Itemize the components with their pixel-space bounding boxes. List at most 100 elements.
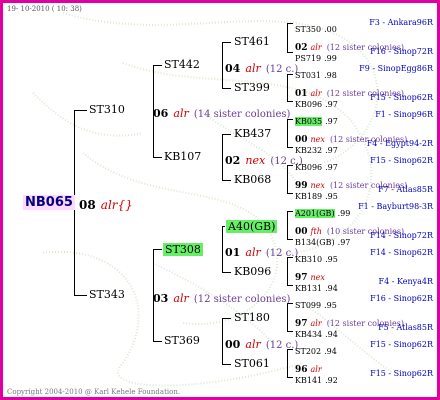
g4-ancestor-year: .97: [325, 117, 338, 126]
g4-ancestor-origin: F15 - Sinop62R: [370, 93, 433, 102]
g3-node-name: KB068: [234, 173, 272, 186]
g3-node-name: ST399: [234, 81, 270, 94]
g4-ancestor-origin: F9 - SinopEgg86R: [359, 64, 433, 73]
g4-ancestor-year: .99: [337, 209, 351, 218]
g4-ancestor-year: .94: [325, 330, 338, 339]
g4-ancestor-year: .97: [337, 238, 351, 247]
g2-node-year: 00: [225, 338, 241, 351]
root-colony-name: NB065: [23, 195, 75, 210]
g3-node-name: ST180: [234, 311, 270, 324]
g4-ancestor-name: KB035: [295, 117, 323, 126]
g4-ancestor-year: .97: [325, 163, 338, 172]
g4-ancestor-name: A201(GB): [295, 209, 335, 218]
g1-parent-year-line: 06 alr (14 sister colonies): [153, 104, 290, 120]
g3-node-name: A40(GB): [226, 220, 278, 233]
g4-ancestor-year: .94: [324, 347, 337, 356]
g4-ancestor-year: .00: [324, 25, 337, 34]
g4-ancestor-origin: F7 - Atlas85R: [378, 185, 433, 194]
g4-ancestor-year: .95: [325, 255, 338, 264]
g4-ancestor-name: KB096: [295, 100, 323, 109]
g4-ancestor-entry: KB035.97: [295, 111, 338, 127]
g4-ancestor-entry: KB141.92: [295, 370, 338, 386]
g3-node-name: KB437: [234, 127, 272, 140]
g1-parent-name: ST310: [89, 103, 125, 116]
g4-ancestor-name: KB131: [295, 284, 323, 293]
root-colony-type: alr{}: [100, 198, 133, 212]
g4-ancestor-origin: F14 - Sinop72R: [370, 231, 433, 240]
g4-ancestor-name: ST031: [295, 71, 322, 80]
g4-ancestor-name: KB096: [295, 163, 323, 172]
g2-node-siblings: (12 c.): [265, 340, 299, 351]
g2-node-siblings: (12 c.): [265, 248, 299, 259]
g1-parent-name: ST343: [89, 288, 125, 301]
g4-ancestor-year: .99: [324, 54, 337, 63]
g4-ancestor-entry: KB096.97: [295, 157, 338, 173]
g1-parent-colony: alr: [173, 292, 189, 305]
g1-parent-year: 06: [153, 107, 169, 120]
date-stamp: 19- 10-2010 ( 10: 38): [7, 5, 82, 13]
g2-node-year-line: 00 alr (12 c.): [225, 335, 298, 351]
g3-node-name: KB096: [234, 265, 272, 278]
g4-ancestor-origin: F14 - Sinop62R: [370, 248, 433, 257]
g3-node-name: ST061: [234, 357, 270, 370]
g1-parent-colony: alr: [173, 107, 189, 120]
g1-parent-siblings: (12 sister colonies): [193, 294, 291, 305]
g4-ancestor-origin: F15 - Sinop62R: [370, 369, 433, 378]
g4-ancestor-year: .94: [325, 284, 338, 293]
g2-node-year-line: 02 nex (12 c.): [225, 151, 303, 167]
g2-node-name: ST369: [164, 334, 200, 347]
g4-ancestor-year: .92: [325, 376, 338, 385]
g4-ancestor-entry: KB310.95: [295, 249, 338, 265]
g4-ancestor-entry: ST099.95: [295, 295, 337, 311]
g4-ancestor-origin: F16 - Sinop62R: [370, 294, 433, 303]
g2-node-siblings: (12 c.): [265, 64, 299, 75]
g4-ancestor-year: .95: [324, 301, 337, 310]
g4-ancestor-entry: ST031.98: [295, 65, 337, 81]
g2-node-year: 01: [225, 246, 241, 259]
g4-ancestor-name: KB141: [295, 376, 323, 385]
g4-ancestor-year: .97: [325, 100, 338, 109]
g4-ancestor-name: KB189: [295, 192, 323, 201]
root-colony-year-line: 08 alr{}: [79, 196, 133, 212]
g4-ancestor-origin: F1 - Sinop96R: [375, 110, 433, 119]
g1-parent-year: 03: [153, 292, 169, 305]
g2-node-colony: alr: [245, 338, 261, 351]
g2-node-year-line: 04 alr (12 c.): [225, 59, 298, 75]
g2-node-colony: nex: [245, 154, 266, 167]
copyright-text: Copyright 2004-2010 @ Karl Kehele Founda…: [7, 388, 181, 396]
g4-ancestor-origin: F4 - Egypt94-2R: [366, 139, 433, 148]
g4-ancestor-entry: KB189.95: [295, 186, 338, 202]
g2-node-year: 04: [225, 62, 241, 75]
g2-node-name: KB107: [164, 150, 202, 163]
g2-node-year: 02: [225, 154, 241, 167]
g2-node-colony: alr: [245, 246, 261, 259]
g4-ancestor-origin: F16 - Sinop72R: [370, 47, 433, 56]
g4-ancestor-name: KB310: [295, 255, 323, 264]
g4-ancestor-origin: F5 - Atlas85R: [378, 323, 433, 332]
g4-ancestor-origin: F15 - Sinop62R: [370, 340, 433, 349]
g4-ancestor-entry: KB232.97: [295, 140, 338, 156]
g4-ancestor-origin: F1 - Bayburt98-3R: [358, 202, 433, 211]
g2-node-year-line: 01 alr (12 c.): [225, 243, 298, 259]
g4-ancestor-name: PS719: [295, 54, 322, 63]
root-colony-year: 08: [79, 198, 96, 212]
g4-ancestor-entry: KB096.97: [295, 94, 338, 110]
g4-ancestor-name: KB232: [295, 146, 323, 155]
g2-node-name: ST442: [164, 58, 200, 71]
g4-ancestor-origin: F3 - Ankara96R: [369, 18, 433, 27]
g4-ancestor-entry: B134(GB) .97: [295, 232, 350, 248]
g4-ancestor-year: .95: [325, 192, 338, 201]
g4-ancestor-origin: F4 - Kenya4R: [378, 277, 433, 286]
g4-ancestor-year: .98: [324, 71, 337, 80]
g4-ancestor-name: KB434: [295, 330, 323, 339]
g4-ancestor-origin: F15 - Sinop62R: [370, 156, 433, 165]
pedigree-panel: 19- 10-2010 ( 10: 38) Copyright 2004-201…: [0, 0, 440, 400]
g4-ancestor-name: B134(GB): [295, 238, 335, 247]
g4-ancestor-entry: ST202.94: [295, 341, 337, 357]
g3-node-name: ST461: [234, 35, 270, 48]
g4-ancestor-name: ST202: [295, 347, 322, 356]
g2-node-colony: alr: [245, 62, 261, 75]
g4-ancestor-entry: KB131.94: [295, 278, 338, 294]
g4-ancestor-entry: KB434.94: [295, 324, 338, 340]
g4-ancestor-year: .97: [325, 146, 338, 155]
